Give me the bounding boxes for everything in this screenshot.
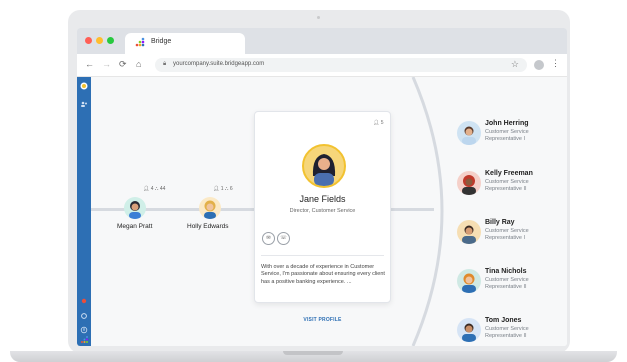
report-item[interactable]: Kelly Freeman Customer Service Represent… [457, 169, 567, 203]
bookmark-star-icon[interactable]: ☆ [511, 59, 519, 70]
visit-profile-link[interactable]: VISIT PROFILE [255, 317, 390, 323]
node-name-holly[interactable]: Holly Edwards [187, 223, 229, 230]
address-bar: ← → ⟳ ⌂ 🔒︎ yourcompany.suite.bridgeapp.c… [77, 54, 567, 77]
forward-arrow-icon[interactable]: → [102, 59, 111, 69]
direct-reports-count: 1 [220, 186, 224, 192]
email-icon[interactable]: ✉ [262, 232, 275, 245]
phone-icon[interactable]: ☏ [277, 232, 290, 245]
report-name: Tom Jones [485, 317, 522, 324]
report-name: Billy Ray [485, 219, 515, 226]
menu-kebab-icon[interactable]: ⋮ [551, 58, 560, 69]
avatar-tina-nichols [457, 269, 481, 293]
card-reports-value: 5 [380, 120, 384, 126]
url-text: yourcompany.suite.bridgeapp.com [173, 61, 265, 67]
report-role: Customer Service Representative I [485, 228, 529, 241]
node-name-megan[interactable]: Megan Pratt [117, 223, 152, 230]
webcam [317, 16, 320, 19]
profile-card: 👤︎ 5 Jane Fields Director, Customer Serv… [254, 111, 391, 323]
settings-icon[interactable] [80, 312, 88, 320]
tab-bar: Bridge [77, 28, 567, 54]
card-job-title: Director, Customer Service [289, 208, 356, 214]
app-logo-icon[interactable] [80, 82, 88, 90]
report-role: Customer Service Representative II [485, 277, 529, 290]
notification-icon[interactable] [80, 297, 88, 305]
report-item[interactable]: Billy Ray Customer Service Representativ… [457, 218, 567, 252]
avatar-jane-fields[interactable] [302, 144, 346, 188]
avatar-kelly-freeman [457, 171, 481, 195]
maximize-window-button[interactable] [107, 37, 114, 44]
report-name: John Herring [485, 120, 529, 127]
report-item[interactable]: John Herring Customer Service Representa… [457, 119, 567, 153]
reports-arc [411, 77, 444, 346]
minimize-window-button[interactable] [96, 37, 103, 44]
profile-avatar[interactable] [534, 60, 544, 70]
help-icon[interactable] [80, 326, 88, 334]
laptop-notch [283, 351, 343, 355]
report-name: Tina Nichols [485, 268, 527, 275]
report-role: Customer Service Representative II [485, 179, 529, 192]
report-item[interactable]: Tina Nichols Customer Service Representa… [457, 267, 567, 301]
team-size-count: 44 [159, 186, 166, 192]
apps-grid-icon[interactable] [80, 336, 88, 344]
report-item[interactable]: Tom Jones Customer Service Representativ… [457, 316, 567, 346]
avatar-billy-ray [457, 220, 481, 244]
report-role: Customer Service Representative II [485, 326, 529, 339]
avatar-john-herring [457, 121, 481, 145]
team-size-count: 6 [229, 186, 233, 192]
node-stats-holly: 👤︎ 1 ⛬ 6 [213, 186, 233, 192]
report-role: Customer Service Representative I [485, 129, 529, 142]
connector-line [91, 208, 254, 211]
report-name: Kelly Freeman [485, 170, 533, 177]
lock-icon: 🔒︎ [163, 61, 167, 67]
tab-title: Bridge [151, 38, 172, 45]
card-divider [261, 255, 384, 256]
people-icon[interactable] [80, 100, 88, 108]
home-icon[interactable]: ⌂ [136, 59, 141, 69]
avatar-holly-edwards[interactable] [199, 197, 221, 219]
close-window-button[interactable] [85, 37, 92, 44]
bridge-logo-icon [135, 37, 145, 47]
direct-reports-count: 4 [150, 186, 154, 192]
browser-tab[interactable]: Bridge [125, 33, 245, 54]
reload-icon[interactable]: ⟳ [119, 59, 127, 69]
card-name: Jane Fields [299, 194, 346, 204]
app-sidebar [77, 77, 91, 346]
node-stats-megan: 👤︎ 4 ⛬ 44 [143, 186, 166, 192]
card-reports-count: 👤︎ 5 [373, 120, 384, 126]
card-bio: With over a decade of experience in Cust… [261, 264, 385, 285]
browser-window: Bridge ← → ⟳ ⌂ 🔒︎ yourcompany.suite.brid… [77, 28, 567, 346]
back-arrow-icon[interactable]: ← [85, 59, 94, 69]
avatar-megan-pratt[interactable] [124, 197, 146, 219]
avatar-tom-jones [457, 318, 481, 342]
url-field[interactable]: 🔒︎ yourcompany.suite.bridgeapp.com ☆ [155, 58, 527, 72]
org-chart-area: 👤︎ 4 ⛬ 44 Megan Pratt 👤︎ 1 ⛬ 6 Holly Edw… [91, 77, 567, 346]
